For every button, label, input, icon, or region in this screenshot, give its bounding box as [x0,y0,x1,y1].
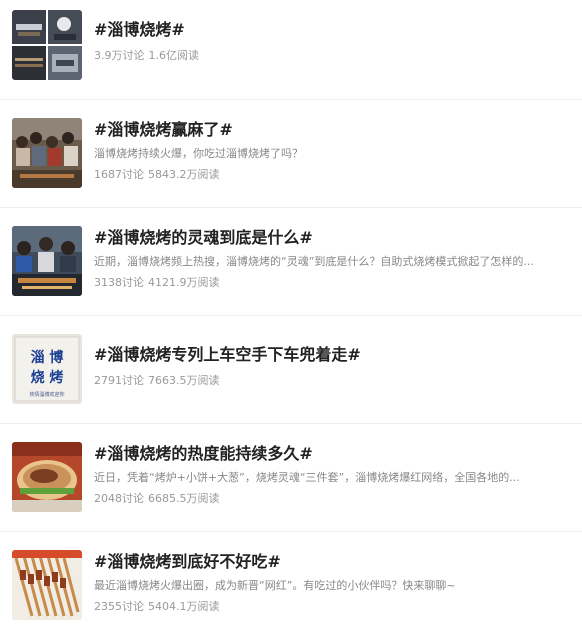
topic-title[interactable]: #淄博烧烤的灵魂到底是什么# [94,228,313,248]
read-count: 5404.1万阅读 [148,600,220,613]
discussion-count: 3.9万讨论 [94,49,145,62]
topic-description: 最近淄博烧烤火爆出圈，成为新晋“网红”。有吃过的小伙伴吗？快来聊聊~ [94,579,456,592]
topic-stats: 3138讨论 4121.9万阅读 [94,275,220,291]
crowd-bbq-image[interactable] [12,118,82,188]
topic-item[interactable]: #淄博烧烤赢麻了# 淄博烧烤持续火爆，你吃过淄博烧烤了吗？ 1687讨论 5843… [0,100,582,208]
topic-item[interactable]: #淄博烧烤的热度能持续多久# 近日，凭着“烤炉+小饼+大葱”，烧烤灵魂“三件套”… [0,424,582,532]
topic-list: #淄博烧烤# 3.9万讨论 1.6亿阅读 #淄博烧烤赢麻了# 淄博烧烤持续火爆，… [0,0,582,639]
sign-text-line-1: 淄 博 [31,349,64,366]
read-count: 4121.9万阅读 [148,276,220,289]
topic-description: 近期，淄博烧烤频上热搜，淄博烧烤的“灵魂”到底是什么？自助式烧烤模式掀起了怎样的… [94,255,534,268]
discussion-count: 2048讨论 [94,492,144,505]
read-count: 7663.5万阅读 [148,374,220,387]
topic-title[interactable]: #淄博烧烤的热度能持续多久# [94,444,313,464]
topic-item[interactable]: #淄博烧烤到底好不好吃# 最近淄博烧烤火爆出圈，成为新晋“网红”。有吃过的小伙伴… [0,532,582,639]
discussion-count: 3138讨论 [94,276,144,289]
topic-title[interactable]: #淄博烧烤专列上车空手下车兜着走# [94,345,361,365]
discussion-count: 2791讨论 [94,374,144,387]
grill-people-image[interactable] [12,226,82,296]
read-count: 6685.5万阅读 [148,492,220,505]
topic-description: 近日，凭着“烤炉+小饼+大葱”，烧烤灵魂“三件套”，淄博烧烤爆红网络，全国各地的… [94,471,520,484]
topic-stats: 2355讨论 5404.1万阅读 [94,599,220,615]
topic-item[interactable]: #淄博烧烤的灵魂到底是什么# 近期，淄博烧烤频上热搜，淄博烧烤的“灵魂”到底是什… [0,208,582,316]
topic-description: 淄博烧烤持续火爆，你吃过淄博烧烤了吗？ [94,147,303,160]
train-sign-image[interactable]: 淄 博 烧 烤 热情淄博欢迎你 [12,334,82,404]
topic-stats: 2791讨论 7663.5万阅读 [94,373,220,389]
sign-text-line-2: 烧 烤 [31,369,64,386]
bbq-collage-image[interactable] [12,10,82,80]
topic-title[interactable]: #淄博烧烤赢麻了# [94,120,233,140]
topic-title[interactable]: #淄博烧烤# [94,20,185,40]
topic-stats: 3.9万讨论 1.6亿阅读 [94,48,199,64]
discussion-count: 1687讨论 [94,168,144,181]
read-count: 1.6亿阅读 [148,49,200,62]
skewers-image[interactable] [12,550,82,620]
wrap-food-image[interactable] [12,442,82,512]
topic-item[interactable]: #淄博烧烤# 3.9万讨论 1.6亿阅读 [0,0,582,100]
topic-stats: 1687讨论 5843.2万阅读 [94,167,220,183]
topic-title[interactable]: #淄博烧烤到底好不好吃# [94,552,281,572]
topic-item[interactable]: 淄 博 烧 烤 热情淄博欢迎你 #淄博烧烤专列上车空手下车兜着走# 2791讨论… [0,316,582,424]
discussion-count: 2355讨论 [94,600,144,613]
read-count: 5843.2万阅读 [148,168,220,181]
sign-text-small: 热情淄博欢迎你 [29,391,64,398]
topic-stats: 2048讨论 6685.5万阅读 [94,491,220,507]
